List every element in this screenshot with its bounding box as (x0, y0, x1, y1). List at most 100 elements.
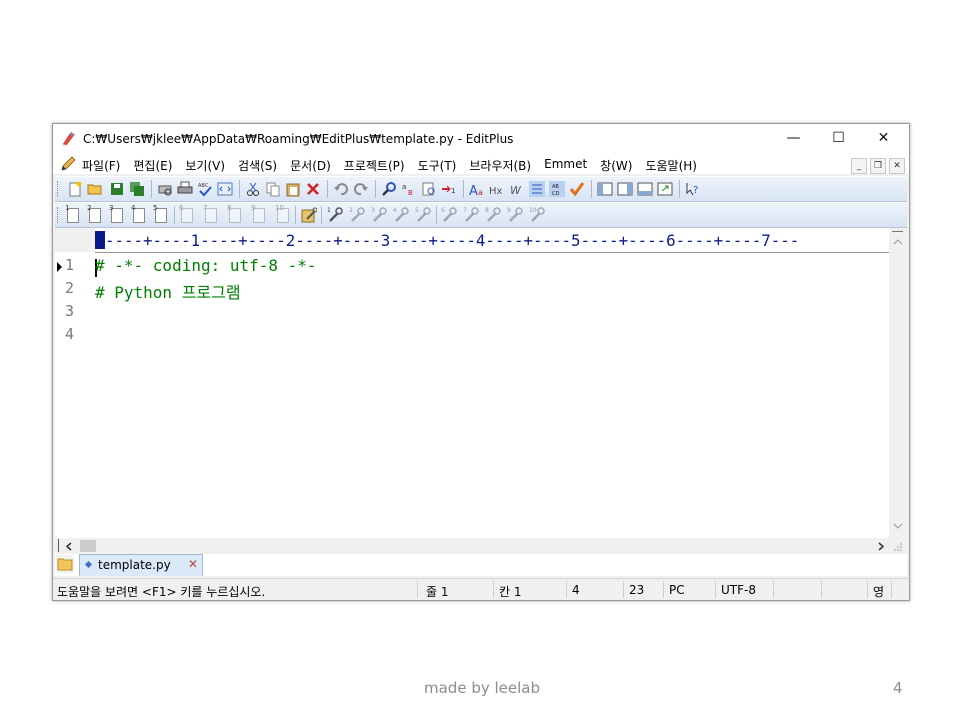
open-folder-icon[interactable] (87, 181, 103, 197)
mdi-minimize-button[interactable]: _ (851, 158, 867, 174)
tab-close-icon[interactable]: ✕ (188, 557, 198, 571)
document-slot-2-button[interactable]: 2 (87, 204, 102, 223)
menu-document[interactable]: 문서(D) (290, 157, 331, 174)
menu-search[interactable]: 검색(S) (238, 157, 277, 174)
menu-project[interactable]: 프로젝트(P) (344, 157, 405, 174)
status-bar: 도움말을 보려면 <F1> 키를 누르십시오. 줄 1 칸 1 4 23 PC … (53, 578, 909, 600)
menu-tools[interactable]: 도구(T) (418, 157, 457, 174)
user-tool-2-icon[interactable]: 2 (349, 207, 365, 223)
document-slot-3-button[interactable]: 3 (109, 204, 124, 223)
replace-icon[interactable]: aB (401, 181, 417, 197)
print-preview-icon[interactable] (157, 181, 173, 197)
scroll-left-icon[interactable] (65, 542, 73, 551)
context-help-icon[interactable]: ? (685, 181, 701, 197)
mdi-close-button[interactable]: ✕ (889, 158, 905, 174)
menu-view[interactable]: 보기(V) (185, 157, 225, 174)
find-in-files-icon[interactable] (421, 181, 437, 197)
ruler-split-handle[interactable] (892, 231, 903, 238)
scroll-right-icon[interactable] (877, 542, 885, 551)
spell-check-icon[interactable]: ABC (197, 181, 213, 197)
hex-view-icon[interactable]: Hx (489, 181, 505, 197)
paste-icon[interactable] (285, 181, 301, 197)
user-tool-4-icon[interactable]: 4 (393, 207, 409, 223)
document-slot-4-button[interactable]: 4 (131, 204, 146, 223)
directory-window-icon[interactable] (597, 181, 613, 197)
full-screen-icon[interactable] (657, 181, 673, 197)
tool-number: 4 (393, 207, 397, 214)
configure-tools-icon[interactable] (301, 207, 317, 223)
checkmark-icon[interactable] (569, 181, 585, 197)
vertical-scrollbar[interactable] (889, 228, 907, 538)
browser-preview-icon[interactable] (217, 181, 233, 197)
pencil-icon (61, 156, 76, 171)
save-icon[interactable] (109, 181, 125, 197)
close-button[interactable]: ✕ (861, 124, 906, 154)
ruler-toggle-icon[interactable]: ABCD (549, 181, 565, 197)
redo-icon[interactable] (353, 181, 369, 197)
slot-number: 6 (179, 204, 184, 212)
minimize-button[interactable]: — (771, 124, 816, 154)
user-tool-10-icon[interactable]: 10 (529, 207, 545, 223)
code-line[interactable]: # -*- coding: utf-8 -*- (95, 256, 317, 275)
menu-edit[interactable]: 편집(E) (133, 157, 172, 174)
goto-line-icon[interactable]: 1 (441, 181, 457, 197)
tab-template-py[interactable]: template.py ✕ (79, 554, 203, 576)
output-window-icon[interactable] (637, 181, 653, 197)
delete-icon[interactable] (305, 181, 321, 197)
code-line[interactable]: # Python 프로그램 (95, 279, 241, 303)
split-handle[interactable] (58, 539, 59, 552)
document-slot-10-button[interactable]: 10 (275, 204, 290, 223)
editplus-app-icon[interactable] (61, 131, 76, 146)
new-file-icon[interactable] (67, 181, 83, 197)
maximize-button[interactable]: ☐ (816, 124, 861, 154)
user-tool-6-icon[interactable]: 6 (441, 207, 457, 223)
toolbar-grip[interactable] (57, 207, 61, 223)
user-tool-9-icon[interactable]: 9 (507, 207, 523, 223)
document-slot-8-button[interactable]: 8 (227, 204, 242, 223)
scroll-down-icon[interactable] (893, 522, 903, 530)
status-encoding[interactable]: UTF-8 (721, 583, 756, 597)
document-slot-6-button[interactable]: 6 (179, 204, 194, 223)
user-tool-1-icon[interactable]: 1 (327, 207, 343, 223)
horizontal-scrollbar[interactable] (55, 538, 907, 554)
size-grip-icon[interactable] (893, 542, 903, 552)
line-number-gutter[interactable]: 1 2 3 4 (55, 253, 95, 538)
menu-help[interactable]: 도움말(H) (645, 157, 697, 174)
menu-window[interactable]: 창(W) (600, 157, 632, 174)
status-line[interactable]: 줄 1 (426, 583, 449, 600)
status-line-ending[interactable]: PC (669, 583, 685, 597)
user-tool-7-icon[interactable]: 7 (463, 207, 479, 223)
word-wrap-icon[interactable]: W (509, 181, 525, 197)
code-text-area[interactable]: # -*- coding: utf-8 -*- # Python 프로그램 (95, 253, 889, 538)
horizontal-scroll-thumb[interactable] (80, 540, 96, 552)
user-tool-8-icon[interactable]: 8 (485, 207, 501, 223)
scroll-up-icon[interactable] (893, 238, 903, 246)
print-icon[interactable] (177, 181, 193, 197)
document-slot-9-button[interactable]: 9 (251, 204, 266, 223)
svg-text:a: a (402, 183, 406, 191)
document-slot-7-button[interactable]: 7 (203, 204, 218, 223)
document-slot-5-button[interactable]: 5 (153, 204, 168, 223)
user-tool-5-icon[interactable]: 5 (415, 207, 431, 223)
undo-icon[interactable] (333, 181, 349, 197)
document-slot-1-button[interactable]: 1 (65, 204, 80, 223)
line-number-toggle-icon[interactable] (529, 181, 545, 197)
current-line-arrow-icon (57, 262, 62, 272)
copy-icon[interactable] (265, 181, 281, 197)
mdi-restore-button[interactable]: ❐ (870, 158, 886, 174)
cliptext-window-icon[interactable] (617, 181, 633, 197)
find-icon[interactable] (381, 181, 397, 197)
menu-emmet[interactable]: Emmet (544, 157, 587, 174)
svg-text:A: A (469, 184, 478, 197)
menu-file[interactable]: 파일(F) (82, 157, 120, 174)
toolbar-grip[interactable] (57, 181, 61, 197)
folder-icon[interactable] (56, 555, 74, 573)
menu-browser[interactable]: 브라우저(B) (469, 157, 531, 174)
status-column[interactable]: 칸 1 (499, 583, 522, 600)
font-icon[interactable]: Aa (469, 181, 485, 197)
editor-pane[interactable]: ----+----1----+----2----+----3----+----4… (55, 228, 907, 538)
user-tool-3-icon[interactable]: 3 (371, 207, 387, 223)
tool-number: 5 (415, 207, 419, 214)
save-all-icon[interactable] (129, 181, 145, 197)
cut-icon[interactable] (245, 181, 261, 197)
